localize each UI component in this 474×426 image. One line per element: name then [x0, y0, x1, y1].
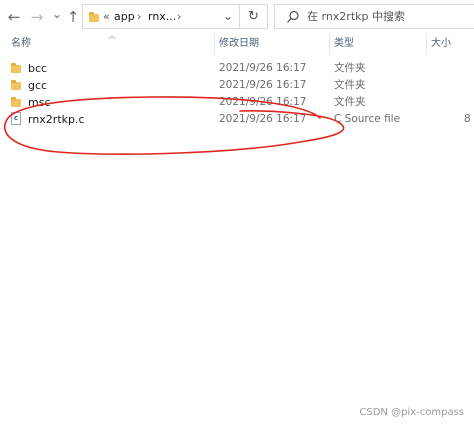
watermark: CSDN @pix-compass: [359, 407, 464, 418]
annotation-ellipse: [3, 96, 345, 155]
